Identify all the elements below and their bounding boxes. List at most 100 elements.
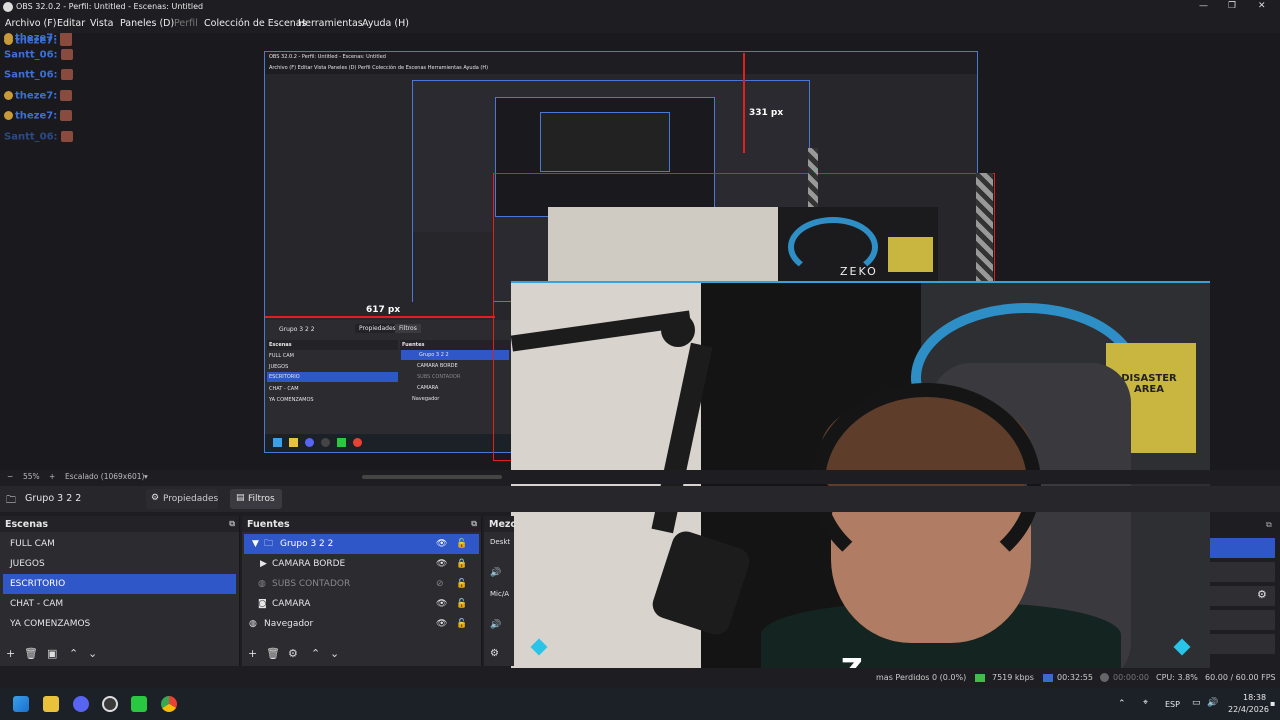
scene-item-selected[interactable]: ESCRITORIO	[3, 574, 236, 594]
menu-bar: Archivo (F) Editar Vista Paneles (D) Per…	[0, 15, 1280, 33]
nested-menu: Archivo (F) Editar Vista Paneles (D) Per…	[265, 64, 977, 74]
notification-icon[interactable]: ▪	[1270, 699, 1275, 708]
kick-icon[interactable]	[131, 696, 147, 712]
scene-item[interactable]: YA COMENZAMOS	[3, 614, 236, 634]
controls-item[interactable]	[1210, 610, 1275, 630]
move-up-icon[interactable]: ⌃	[69, 647, 78, 660]
menu-vista[interactable]: Vista	[90, 18, 113, 29]
speaker-icon[interactable]: 🔊	[490, 568, 501, 578]
menu-editar[interactable]: Editar	[57, 18, 85, 29]
nested-scene-label: Grupo 3 2 2	[279, 326, 315, 333]
chat-line: theze7:	[4, 33, 73, 44]
obs-icon[interactable]	[102, 696, 118, 712]
context-bar: 🗀 Grupo 3 2 2 ⚙ Propiedades ▤ Filtros	[0, 486, 1280, 512]
properties-button[interactable]: ⚙ Propiedades	[146, 489, 218, 509]
move-down-icon[interactable]: ⌄	[330, 647, 339, 660]
nested-scene-item: JUEGOS	[269, 364, 289, 370]
windows-start-icon[interactable]	[13, 696, 29, 712]
dropped-frames: mas Perdidos 0 (0.0%)	[876, 673, 967, 682]
hatch-border	[976, 173, 993, 283]
lock-open-icon[interactable]: 🔓	[456, 574, 467, 594]
nested-source-item: Navegador	[412, 396, 440, 402]
eye-icon[interactable]: 👁	[436, 594, 447, 614]
bitrate: 7519 kbps	[992, 673, 1034, 682]
preview-scrollbar[interactable]	[362, 475, 502, 479]
nested-filters-tab: Filtros	[395, 324, 421, 333]
speaker-icon[interactable]: 🔊	[490, 620, 501, 630]
eye-icon[interactable]: 👁	[436, 554, 447, 574]
scene-item[interactable]: CHAT - CAM	[3, 594, 236, 614]
sources-toolbar: + 🗑 ⚙ ⌃ ⌄	[242, 642, 481, 666]
eye-icon[interactable]: 👁	[436, 534, 447, 554]
nested-props-tab: Propiedades	[355, 324, 400, 333]
menu-paneles[interactable]: Paneles (D)	[120, 18, 174, 29]
scene-item[interactable]: FULL CAM	[3, 534, 236, 554]
menu-ayuda[interactable]: Ayuda (H)	[362, 18, 409, 29]
guide-line-horizontal	[265, 316, 495, 318]
source-item[interactable]: ◙ CAMARA 👁 🔓	[244, 594, 479, 614]
lock-icon[interactable]: 🔒	[456, 554, 467, 574]
nested-discord-icon	[305, 438, 314, 447]
clock-time[interactable]: 18:38	[1243, 693, 1266, 702]
nested-scenes-header: Escenas	[267, 340, 398, 350]
panel-menu-icon[interactable]: ⧉	[229, 519, 235, 529]
panel-menu-icon[interactable]: ⧉	[471, 519, 477, 529]
controls-selected-item[interactable]	[1210, 538, 1275, 558]
eye-icon[interactable]: 👁	[436, 614, 447, 634]
lock-open-icon[interactable]: 🔓	[456, 614, 467, 634]
trash-icon[interactable]: 🗑	[24, 647, 38, 660]
status-bar: mas Perdidos 0 (0.0%) 7519 kbps 00:32:55…	[0, 668, 1280, 688]
nested-chrome-icon	[353, 438, 362, 447]
play-icon: ▶	[260, 559, 267, 569]
location-icon[interactable]: ⌖	[1143, 698, 1148, 708]
source-item-hidden[interactable]: ◍ SUBS CONTADOR ⊘ 🔓	[244, 574, 479, 594]
menu-perfil[interactable]: Perfil	[174, 18, 198, 29]
trash-icon[interactable]: 🗑	[266, 647, 280, 660]
menu-herramientas[interactable]: Herramientas	[298, 18, 363, 29]
gear-icon[interactable]: ⚙	[288, 647, 298, 660]
scene-item[interactable]: JUEGOS	[3, 554, 236, 574]
language-indicator[interactable]: ESP	[1165, 700, 1180, 709]
controls-item[interactable]	[1210, 634, 1275, 654]
menu-coleccion-escenas[interactable]: Colección de Escenas	[204, 18, 307, 29]
discord-icon[interactable]	[73, 696, 89, 712]
move-down-icon[interactable]: ⌄	[88, 647, 97, 660]
emote-icon	[60, 33, 73, 43]
mixer-settings-icon[interactable]: ⚙	[490, 648, 499, 659]
eye-closed-icon[interactable]: ⊘	[436, 574, 444, 594]
add-icon[interactable]: +	[6, 647, 15, 660]
scale-dropdown-icon[interactable]: ▾	[144, 472, 148, 481]
controls-item[interactable]	[1210, 562, 1275, 582]
minimize-button[interactable]: —	[1199, 1, 1208, 11]
move-up-icon[interactable]: ⌃	[311, 647, 320, 660]
filters-button[interactable]: ▤ Filtros	[230, 489, 282, 509]
clock-date[interactable]: 22/4/2026	[1228, 705, 1269, 714]
globe-icon: ◍	[249, 619, 257, 629]
settings-gear-icon[interactable]: ⚙	[1257, 588, 1267, 601]
source-item-selected[interactable]: ▼ 🗀 Grupo 3 2 2 👁 🔓	[244, 534, 479, 554]
nested-scene-item: FULL CAM	[269, 353, 294, 359]
source-item[interactable]: ▶ CAMARA BORDE 👁 🔒	[244, 554, 479, 574]
chat-line: theze7:	[4, 110, 73, 122]
chrome-icon[interactable]	[161, 696, 177, 712]
scenes-panel: Escenas ⧉ FULL CAM JUEGOS ESCRITORIO CHAT…	[0, 516, 240, 666]
tray-chevron-icon[interactable]: ⌃	[1118, 699, 1126, 709]
scene-filter-icon[interactable]: ▣	[47, 647, 57, 660]
expand-icon[interactable]: ▼	[252, 534, 259, 554]
lock-open-icon[interactable]: 🔓	[456, 594, 467, 614]
lock-open-icon[interactable]: 🔓	[456, 534, 467, 554]
menu-archivo[interactable]: Archivo (F)	[5, 18, 56, 29]
scenes-toolbar: + 🗑 ▣ ⌃ ⌄	[0, 642, 239, 666]
maximize-button[interactable]: ❐	[1228, 1, 1236, 11]
source-item[interactable]: ◍ Navegador 👁 🔓	[244, 614, 479, 634]
add-icon[interactable]: +	[248, 647, 257, 660]
panel-menu-icon[interactable]: ⧉	[1266, 520, 1272, 530]
file-explorer-icon[interactable]	[43, 696, 59, 712]
nested-cam-frame: ZEKO	[548, 207, 938, 282]
zoom-out-button[interactable]: −	[7, 472, 13, 481]
network-icon[interactable]: ▭	[1192, 698, 1201, 708]
badge-icon	[4, 33, 13, 42]
zoom-in-button[interactable]: +	[49, 472, 55, 481]
volume-icon[interactable]: 🔊	[1207, 698, 1218, 708]
close-button[interactable]: ✕	[1258, 1, 1266, 11]
